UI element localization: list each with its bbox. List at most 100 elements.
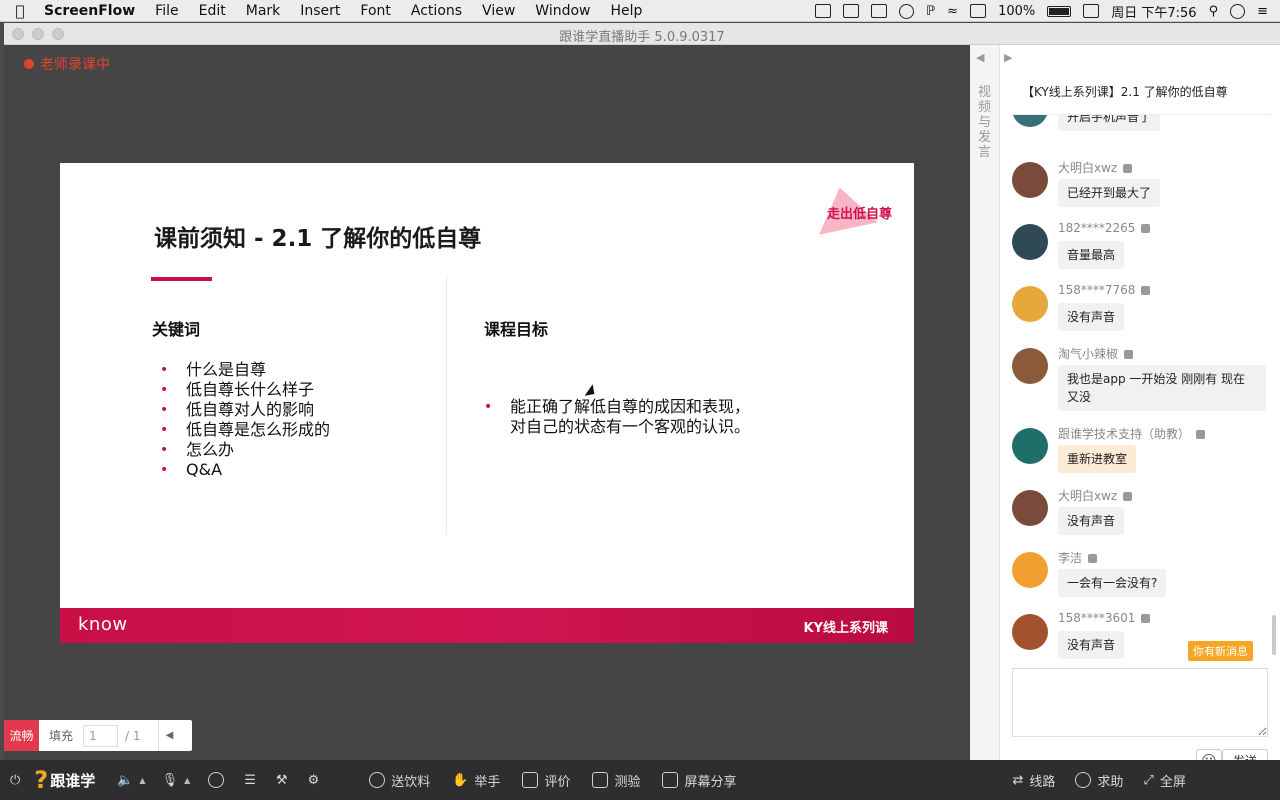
sender-name: 158****3601 bbox=[1058, 611, 1151, 625]
menubar-status-area: ℙ ≈ 100% 周日 下午7:56 ⚲ ≡ bbox=[815, 0, 1280, 22]
list-item: 低自尊是怎么形成的 bbox=[160, 420, 330, 440]
course-title: 【KY线上系列课】2.1 了解你的低自尊 bbox=[1022, 85, 1228, 99]
camera-button[interactable] bbox=[208, 772, 225, 788]
help-icon bbox=[1075, 772, 1092, 788]
list-item: 什么是自尊 bbox=[160, 360, 330, 380]
app-window: 跟谁学直播助手 5.0.9.0317 老师录课中 课前须知 - 2.1 了解你的… bbox=[4, 23, 1280, 800]
page-number-input[interactable] bbox=[83, 724, 119, 747]
apple-icon bbox=[1141, 224, 1151, 233]
stripes-status-icon[interactable] bbox=[871, 4, 888, 18]
avatar[interactable] bbox=[1012, 348, 1048, 384]
collapse-left-icon[interactable]: ◀ bbox=[976, 51, 984, 64]
apple-icon bbox=[1124, 350, 1134, 359]
send-drinks-button[interactable]: 送饮料 bbox=[369, 771, 430, 790]
screen-icon bbox=[662, 772, 679, 788]
sender-name: 158****7768 bbox=[1058, 283, 1151, 297]
settings-sliders-button[interactable]: ☰ bbox=[244, 773, 256, 788]
avatar[interactable] bbox=[1012, 490, 1048, 526]
help-button[interactable]: 求助 bbox=[1075, 771, 1123, 790]
d-status-icon[interactable] bbox=[899, 3, 915, 19]
quiz-button[interactable]: 测验 bbox=[592, 771, 640, 790]
camera-status-icon[interactable] bbox=[843, 4, 860, 18]
keywords-label: 关键词 bbox=[152, 320, 201, 339]
chat-scrollbar[interactable] bbox=[1272, 615, 1276, 655]
avatar[interactable] bbox=[1012, 162, 1048, 198]
goal-text: 能正确了解低自尊的成因和表现， 对自己的状态有一个客观的认识。 bbox=[484, 397, 750, 437]
new-message-badge[interactable]: 你有新消息 bbox=[1188, 641, 1253, 661]
video-and-chat-tab[interactable]: 视频与发言 bbox=[978, 85, 992, 160]
avatar[interactable] bbox=[1012, 552, 1048, 588]
playback-controls: 流畅 填充 / 1 ◀ bbox=[4, 720, 192, 751]
bluetooth-icon[interactable]: ℙ bbox=[926, 4, 935, 19]
input-method-icon[interactable] bbox=[1083, 4, 1100, 18]
footer-brand: know bbox=[78, 614, 128, 635]
expand-right-icon[interactable]: ▶ bbox=[1004, 51, 1012, 64]
slide-tag-text: 走出低自尊 bbox=[826, 207, 892, 222]
menu-mark[interactable]: Mark bbox=[236, 3, 291, 19]
battery-icon[interactable] bbox=[1047, 5, 1072, 17]
help-label: 求助 bbox=[1097, 774, 1124, 790]
screenflow-status-icon[interactable] bbox=[815, 4, 832, 18]
slide-tag: 走出低自尊 bbox=[796, 181, 892, 235]
caret-up-icon: ▲ bbox=[184, 775, 191, 785]
menu-help[interactable]: Help bbox=[600, 3, 652, 19]
menu-file[interactable]: File bbox=[145, 3, 188, 19]
message-text: 音量最高 bbox=[1058, 241, 1125, 269]
windows-icon bbox=[1196, 430, 1206, 439]
tools-button[interactable]: ⚒ bbox=[276, 773, 288, 788]
window-titlebar: 跟谁学直播助手 5.0.9.0317 bbox=[4, 23, 1280, 45]
settings-button[interactable]: ⚙ bbox=[308, 773, 320, 788]
siri-icon[interactable] bbox=[1230, 3, 1246, 19]
keywords-list: 什么是自尊 低自尊长什么样子 低自尊对人的影响 低自尊是怎么形成的 怎么办 Q&… bbox=[160, 360, 330, 480]
message-text: 没有声音 bbox=[1058, 507, 1125, 535]
quality-button[interactable]: 流畅 bbox=[4, 720, 39, 751]
menubar:  ScreenFlow File Edit Mark Insert Font … bbox=[0, 0, 1280, 22]
menu-insert[interactable]: Insert bbox=[290, 3, 350, 19]
edit-icon bbox=[522, 772, 539, 788]
fullscreen-icon: ⤢ bbox=[1143, 772, 1154, 788]
airplay-icon[interactable] bbox=[970, 4, 987, 18]
caret-up-icon: ▲ bbox=[139, 775, 146, 785]
collapse-arrow-icon[interactable]: ◀ bbox=[158, 720, 180, 751]
power-icon[interactable]: ⏻ bbox=[10, 773, 20, 788]
message-text: 没有声音 bbox=[1058, 303, 1125, 331]
wrench-icon: ⚒ bbox=[275, 772, 288, 788]
fit-button[interactable]: 填充 bbox=[39, 727, 83, 744]
send-drinks-label: 送饮料 bbox=[391, 774, 431, 790]
microphone-button[interactable]: 🎙 ▲ bbox=[162, 773, 191, 788]
menu-window[interactable]: Window bbox=[525, 3, 600, 19]
chat-input[interactable] bbox=[1012, 668, 1268, 737]
footer-series: KY线上系列课 bbox=[803, 621, 889, 636]
battery-percent: 100% bbox=[998, 3, 1036, 19]
avatar[interactable] bbox=[1012, 286, 1048, 322]
speaker-button[interactable]: 🔈 ▲ bbox=[117, 773, 145, 788]
clock[interactable]: 周日 下午7:56 bbox=[1111, 2, 1196, 21]
route-button[interactable]: ⇄ 线路 bbox=[1012, 771, 1055, 790]
apple-icon bbox=[1141, 286, 1151, 295]
microphone-icon: 🎙 bbox=[161, 772, 179, 788]
logo-question-icon: ? bbox=[34, 766, 49, 794]
switch-arrows-icon: ⇄ bbox=[1012, 772, 1024, 788]
notification-center-icon[interactable]: ≡ bbox=[1257, 4, 1268, 19]
rate-label: 评价 bbox=[544, 774, 571, 790]
screen-share-button[interactable]: 屏幕分享 bbox=[662, 771, 736, 790]
avatar[interactable] bbox=[1012, 224, 1048, 260]
menu-font[interactable]: Font bbox=[350, 3, 400, 19]
rate-button[interactable]: 评价 bbox=[522, 771, 570, 790]
list-item: 低自尊对人的影响 bbox=[160, 400, 330, 420]
wifi-icon[interactable]: ≈ bbox=[947, 4, 958, 19]
menu-app-name[interactable]: ScreenFlow bbox=[40, 3, 145, 19]
hand-icon: ✋ bbox=[452, 772, 469, 788]
menu-edit[interactable]: Edit bbox=[189, 3, 236, 19]
fullscreen-button[interactable]: ⤢ 全屏 bbox=[1143, 771, 1185, 790]
list-item: 怎么办 bbox=[160, 440, 330, 460]
spotlight-search-icon[interactable]: ⚲ bbox=[1209, 4, 1219, 19]
menu-actions[interactable]: Actions bbox=[401, 3, 472, 19]
recording-indicator: 老师录课中 bbox=[24, 54, 110, 74]
menu-view[interactable]: View bbox=[472, 3, 525, 19]
avatar[interactable] bbox=[1012, 428, 1048, 464]
logo-text: 跟谁学 bbox=[50, 771, 96, 790]
apple-icon[interactable]:  bbox=[0, 2, 40, 20]
raise-hand-button[interactable]: ✋ 举手 bbox=[452, 771, 500, 790]
avatar[interactable] bbox=[1012, 614, 1048, 650]
